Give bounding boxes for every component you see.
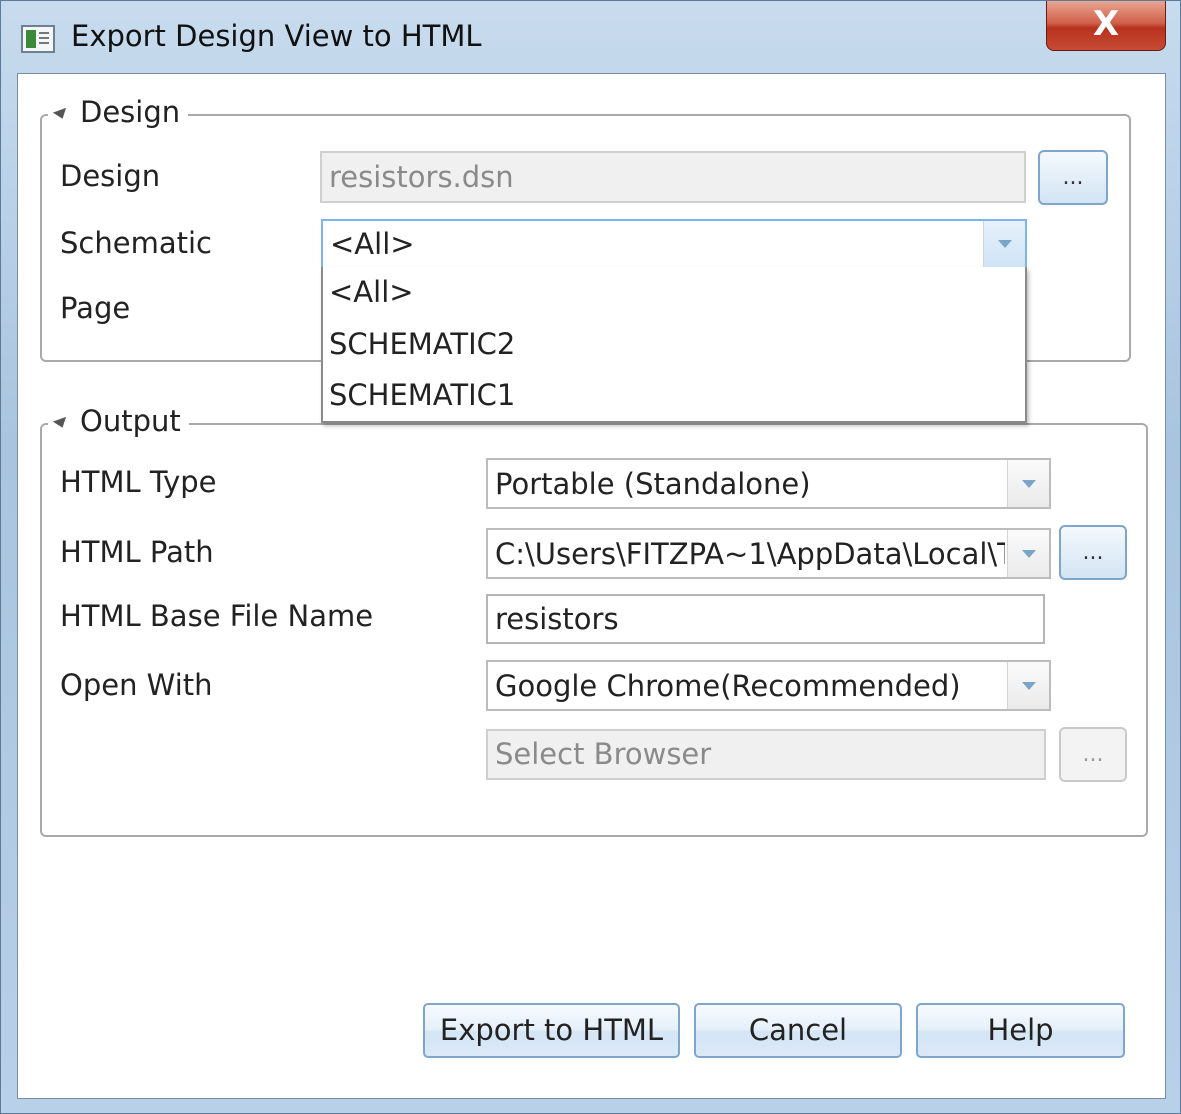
base-file-name-input[interactable]: resistors [486,594,1045,644]
dropdown-arrow-icon[interactable] [1007,460,1049,507]
select-browser-field: Select Browser [486,729,1046,780]
output-group-legend[interactable]: Output [48,404,189,438]
html-type-value: Portable (Standalone) [495,466,811,501]
dropdown-option-schematic2[interactable]: SCHEMATIC2 [329,327,515,361]
design-field: resistors.dsn [320,151,1026,203]
collapse-arrow-icon [52,107,70,121]
schematic-selected-value: <All> [330,227,415,261]
export-button[interactable]: Export to HTML [423,1003,680,1058]
design-group-legend[interactable]: Design [48,95,189,129]
dropdown-option-schematic1[interactable]: SCHEMATIC1 [329,378,515,412]
collapse-arrow-icon [52,416,70,430]
help-button[interactable]: Help [916,1003,1125,1058]
window-title: Export Design View to HTML [71,19,482,53]
page-label: Page [60,291,131,325]
html-path-value: C:\Users\FITZPA~1\AppData\Local\T [495,536,1005,571]
dropdown-arrow-icon[interactable] [1007,662,1049,709]
html-type-select[interactable]: Portable (Standalone) [486,458,1051,509]
close-icon: X [1092,4,1120,44]
html-path-select[interactable]: C:\Users\FITZPA~1\AppData\Local\T [486,528,1051,579]
dropdown-arrow-icon[interactable] [983,221,1025,267]
open-with-value: Google Chrome(Recommended) [495,668,961,703]
dropdown-option-all[interactable]: <All> [329,275,414,309]
schematic-select[interactable]: <All> [321,219,1027,269]
app-icon [21,25,55,53]
dropdown-arrow-icon[interactable] [1007,530,1049,577]
html-type-label: HTML Type [60,465,217,499]
close-button[interactable]: X [1046,1,1166,51]
open-with-select[interactable]: Google Chrome(Recommended) [486,660,1051,711]
design-browse-button[interactable]: ... [1038,150,1108,205]
title-bar: Export Design View to HTML X [1,1,1181,73]
schematic-dropdown-list: <All> SCHEMATIC2 SCHEMATIC1 [321,267,1027,423]
design-label: Design [60,159,161,193]
browser-browse-button: ... [1059,727,1127,782]
base-file-name-label: HTML Base File Name [60,599,374,633]
dialog-window: Export Design View to HTML X Design Desi… [0,0,1181,1114]
cancel-button[interactable]: Cancel [694,1003,902,1058]
open-with-label: Open With [60,668,213,702]
html-path-label: HTML Path [60,535,214,569]
html-path-browse-button[interactable]: ... [1059,525,1127,580]
schematic-label: Schematic [60,226,212,260]
